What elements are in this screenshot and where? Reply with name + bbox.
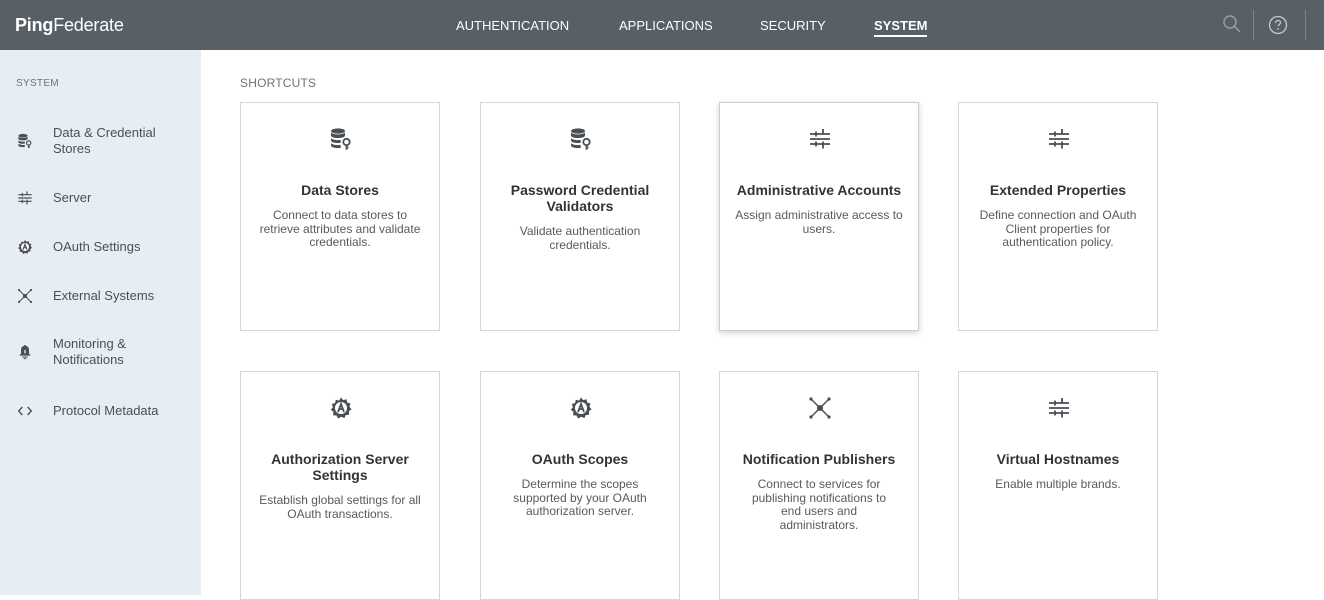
sidebar-item-label: External Systems (53, 288, 155, 303)
oauth-gear-icon (569, 396, 593, 420)
card-description: Determine the scopes supported by your O… (513, 477, 647, 518)
logo-bold-text: Ping (15, 15, 54, 35)
sliders-icon (808, 127, 832, 151)
card-description: Assign administrative access to users. (735, 208, 903, 236)
oauth-gear-icon (329, 396, 353, 420)
oauth-gear-icon (17, 239, 33, 255)
sliders-icon (17, 190, 33, 206)
sidebar-item-label: Server (53, 190, 92, 205)
sidebar-item-label: Monitoring & Notifications (53, 336, 126, 367)
sidebar-item-label: OAuth Settings (53, 239, 141, 254)
sidebar-item-protocol-metadata[interactable]: Protocol Metadata (0, 401, 201, 421)
shortcut-card-authorization-server-settings[interactable]: Authorization Server Settings Establish … (240, 371, 440, 600)
search-icon[interactable] (1222, 14, 1242, 34)
card-description: Enable multiple brands. (995, 477, 1121, 491)
network-icon (808, 396, 832, 420)
database-key-icon (569, 127, 593, 151)
card-title: OAuth Scopes (531, 451, 629, 467)
card-title: Administrative Accounts (736, 182, 902, 198)
toolbar-divider (1305, 10, 1306, 40)
shortcut-card-extended-properties[interactable]: Extended Properties Define connection an… (958, 102, 1158, 331)
card-description: Establish global settings for all OAuth … (259, 493, 421, 521)
sidebar-item-label: Protocol Metadata (53, 403, 159, 418)
top-navigation-bar: PingFederate AUTHENTICATION APPLICATIONS… (0, 0, 1324, 50)
card-title: Virtual Hostnames (996, 451, 1120, 467)
logo-rest-text: Federate (53, 15, 124, 35)
code-brackets-icon (17, 403, 33, 419)
nav-tab-applications[interactable]: APPLICATIONS (619, 18, 713, 33)
card-description: Define connection and OAuth Client prope… (979, 208, 1137, 249)
shortcut-card-notification-publishers[interactable]: Notification Publishers Connect to servi… (719, 371, 919, 600)
network-icon (17, 288, 33, 304)
sliders-icon (1047, 127, 1071, 151)
sidebar-item-data-credential-stores[interactable]: Data & Credential Stores (0, 125, 201, 157)
sidebar-item-external-systems[interactable]: External Systems (0, 286, 201, 306)
card-description: Connect to services for publishing notif… (751, 477, 887, 532)
shortcuts-heading: SHORTCUTS (240, 76, 317, 90)
database-key-icon (17, 133, 33, 149)
card-title: Notification Publishers (742, 451, 896, 467)
nav-tab-authentication[interactable]: AUTHENTICATION (456, 18, 569, 33)
shortcut-card-administrative-accounts[interactable]: Administrative Accounts Assign administr… (719, 102, 919, 331)
toolbar-divider (1253, 10, 1254, 40)
card-title: Authorization Server Settings (271, 451, 409, 483)
shortcut-card-virtual-hostnames[interactable]: Virtual Hostnames Enable multiple brands… (958, 371, 1158, 600)
sidebar: SYSTEM Data & Credential Stores Server O… (0, 50, 201, 595)
shortcut-card-oauth-scopes[interactable]: OAuth Scopes Determine the scopes suppor… (480, 371, 680, 600)
card-title: Extended Properties (989, 182, 1127, 198)
shortcut-card-data-stores[interactable]: Data Stores Connect to data stores to re… (240, 102, 440, 331)
database-key-icon (329, 127, 353, 151)
pingfederate-logo[interactable]: PingFederate (15, 15, 124, 36)
bell-icon (17, 344, 33, 360)
sidebar-item-monitoring-notifications[interactable]: Monitoring & Notifications (0, 336, 201, 368)
card-title: Password Credential Validators (510, 182, 650, 214)
card-title: Data Stores (301, 182, 379, 198)
sliders-icon (1047, 396, 1071, 420)
sidebar-item-server[interactable]: Server (0, 188, 201, 208)
sidebar-item-oauth-settings[interactable]: OAuth Settings (0, 237, 201, 257)
card-description: Connect to data stores to retrieve attri… (259, 208, 421, 249)
nav-tab-security[interactable]: SECURITY (760, 18, 826, 33)
nav-tab-system[interactable]: SYSTEM (874, 18, 928, 37)
shortcut-card-password-credential-validators[interactable]: Password Credential Validators Validate … (480, 102, 680, 331)
card-description: Validate authentication credentials. (519, 224, 641, 252)
help-icon[interactable] (1268, 15, 1288, 35)
sidebar-item-label: Data & Credential Stores (53, 125, 156, 156)
sidebar-title: SYSTEM (16, 78, 59, 89)
